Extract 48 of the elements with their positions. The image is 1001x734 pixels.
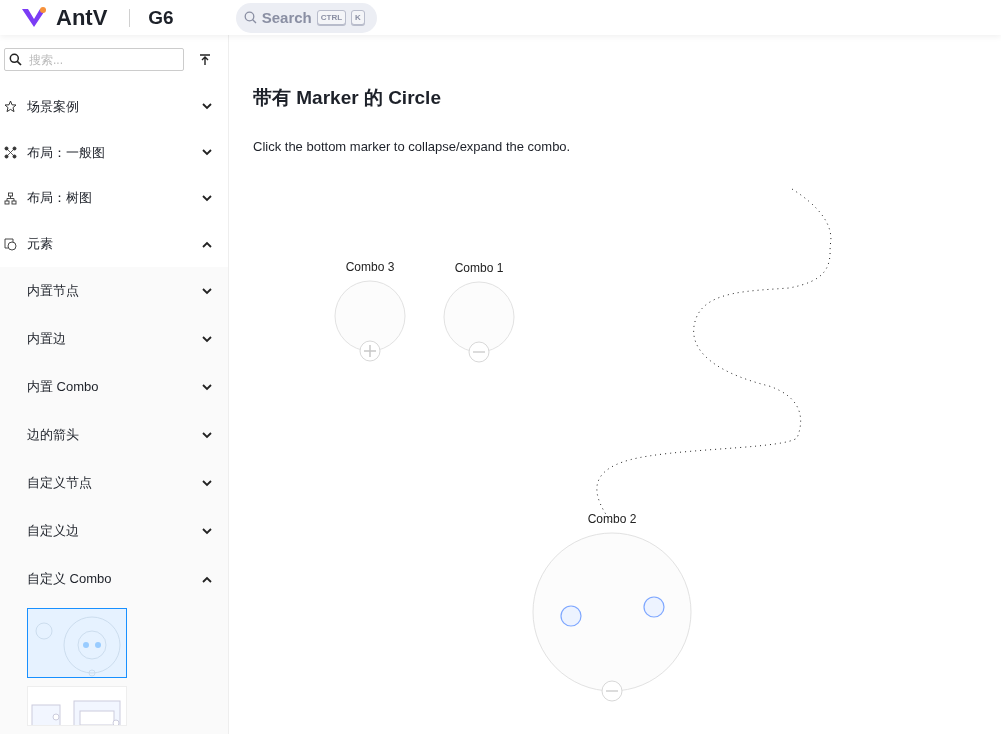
- submenu-item[interactable]: 自定义边: [0, 507, 228, 555]
- submenu-item[interactable]: 内置边: [0, 315, 228, 363]
- chevron-down-icon: [202, 149, 212, 157]
- combo-label: Combo 1: [454, 261, 504, 275]
- node-circle[interactable]: [560, 605, 582, 627]
- node-circle[interactable]: [643, 596, 665, 618]
- chevron-down-icon: [202, 431, 212, 439]
- collapse-marker-icon[interactable]: [601, 680, 623, 702]
- search-icon: [243, 11, 257, 24]
- expand-marker-icon[interactable]: [359, 340, 381, 362]
- menu-item[interactable]: 布局：一般图: [0, 129, 228, 176]
- menu-item[interactable]: 场景案例: [0, 84, 228, 130]
- submenu-item[interactable]: 自定义节点: [0, 459, 228, 507]
- shapes-icon: [4, 237, 17, 251]
- chevron-up-icon: [202, 240, 212, 248]
- chevron-down-icon: [202, 194, 212, 202]
- example-thumbnail[interactable]: [27, 608, 127, 678]
- product-name: G6: [148, 6, 174, 29]
- submenu-item[interactable]: 内置节点: [0, 267, 228, 315]
- combo-circle[interactable]: [443, 281, 515, 353]
- submenu-item[interactable]: 边的箭头: [0, 411, 228, 459]
- combo-label: Combo 3: [345, 260, 395, 274]
- scroll-to-top-icon[interactable]: [200, 54, 210, 65]
- page-title: 带有 Marker 的 Circle: [253, 86, 442, 110]
- keyboard-key: K: [351, 10, 365, 25]
- combo-circle[interactable]: [532, 532, 692, 692]
- chevron-up-icon: [202, 575, 212, 583]
- chevron-down-icon: [202, 383, 212, 391]
- star-icon: [4, 100, 17, 114]
- menu-item[interactable]: 布局：树图: [0, 175, 228, 222]
- search-field[interactable]: 搜索...: [4, 48, 184, 71]
- logo-text: AntV: [56, 4, 108, 31]
- submenu-item[interactable]: 自定义 Combo: [0, 555, 228, 603]
- chevron-down-icon: [202, 287, 212, 295]
- chevron-down-icon: [202, 103, 212, 111]
- logo-icon: [20, 6, 48, 29]
- menu-item[interactable]: 元素: [0, 221, 228, 267]
- submenu-item[interactable]: 内置 Combo: [0, 363, 228, 411]
- network-icon: [4, 146, 17, 160]
- chevron-down-icon: [202, 527, 212, 535]
- collapse-marker-icon[interactable]: [468, 341, 490, 363]
- combo-circle[interactable]: [334, 280, 406, 352]
- chevron-down-icon: [202, 479, 212, 487]
- tree-icon: [4, 191, 17, 205]
- keyboard-key: CTRL: [316, 10, 347, 25]
- combo-label: Combo 2: [587, 512, 637, 526]
- chevron-down-icon: [202, 335, 212, 343]
- page-description: Click the bottom marker to collapse/expand the combo.: [253, 139, 572, 154]
